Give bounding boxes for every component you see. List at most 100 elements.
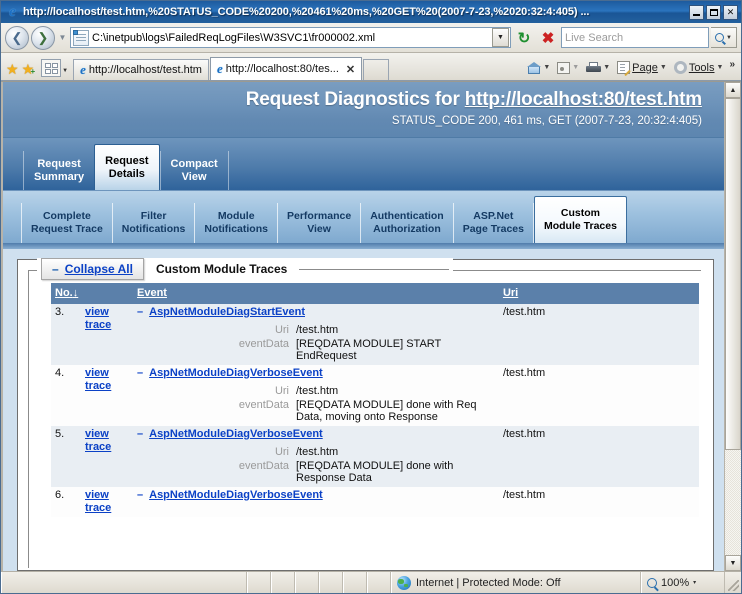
scroll-down-button[interactable]: ▼: [724, 555, 741, 571]
page-vertical-scrollbar[interactable]: ▲ ▼: [723, 82, 741, 571]
tools-menu-button[interactable]: Tools ▼: [671, 61, 727, 74]
table-row[interactable]: 4. view trace – AspNetModuleDiagVerboseEv…: [51, 365, 699, 426]
table-row[interactable]: 6. view trace – AspNetModuleDiagVerboseEv…: [51, 487, 699, 517]
page-menu-button[interactable]: Page ▼: [614, 61, 670, 74]
view-trace-link[interactable]: view: [85, 489, 129, 502]
close-tab-icon[interactable]: ✕: [346, 63, 355, 76]
search-input[interactable]: Live Search: [561, 27, 709, 48]
search-options-chevron-down-icon[interactable]: ▼: [726, 35, 732, 41]
close-button[interactable]: ✕: [723, 4, 738, 20]
home-button[interactable]: ▼: [524, 61, 553, 74]
chevron-down-icon[interactable]: ▼: [572, 64, 579, 71]
event-name-link[interactable]: AspNetModuleDiagVerboseEvent: [149, 489, 323, 501]
tab-complete-request-trace[interactable]: Complete Request Trace: [21, 203, 112, 243]
feeds-button[interactable]: ▼: [554, 61, 582, 74]
zoom-chevron-down-icon[interactable]: ▾: [693, 579, 696, 586]
row-number: 5.: [51, 426, 81, 487]
chevron-down-icon[interactable]: ▼: [717, 64, 724, 71]
security-zone-panel[interactable]: Internet | Protected Mode: Off: [391, 572, 641, 593]
view-trace-link-2[interactable]: trace: [85, 380, 129, 393]
view-trace-link-2[interactable]: trace: [85, 319, 129, 332]
security-zone-label: Internet | Protected Mode: Off: [416, 576, 561, 589]
row-number: 4.: [51, 365, 81, 426]
view-trace-cell[interactable]: view trace: [81, 487, 133, 517]
forward-button[interactable]: ❯: [31, 25, 55, 50]
print-button[interactable]: ▼: [583, 61, 613, 74]
browser-tab-0[interactable]: e http://localhost/test.htm: [73, 59, 209, 80]
new-tab-button[interactable]: [363, 59, 390, 80]
browser-tab-1[interactable]: e http://localhost:80/tes... ✕: [209, 57, 363, 80]
view-trace-link[interactable]: view: [85, 428, 129, 441]
tab-compact-view[interactable]: Compact View: [159, 151, 229, 190]
column-header-event[interactable]: Event: [133, 283, 499, 304]
detail-row: eventData [REQDATA MODULE] done with Res…: [139, 459, 495, 485]
refresh-icon[interactable]: ↻: [513, 27, 535, 49]
tab-label-line2: Module Traces: [543, 220, 617, 232]
column-header-no[interactable]: No.↓: [51, 283, 81, 304]
tab-request-summary[interactable]: Request Summary: [23, 151, 94, 190]
tab-module-notifications[interactable]: Module Notifications: [194, 203, 277, 243]
expand-toggle-icon[interactable]: –: [137, 428, 143, 440]
tab-authentication-authorization[interactable]: Authentication Authorization: [360, 203, 453, 243]
view-trace-cell[interactable]: view trace: [81, 304, 133, 365]
tab-performance-view[interactable]: Performance View: [276, 203, 360, 243]
view-trace-cell[interactable]: view trace: [81, 365, 133, 426]
back-button[interactable]: ❮: [5, 25, 29, 50]
scrollbar-thumb[interactable]: [724, 98, 741, 450]
event-name-link[interactable]: AspNetModuleDiagVerboseEvent: [149, 428, 323, 440]
search-button[interactable]: ▼: [711, 27, 737, 48]
page-content: Request Diagnostics for http://localhost…: [1, 82, 724, 571]
maximize-button[interactable]: [706, 4, 721, 20]
page-title-url-link[interactable]: http://localhost:80/test.htm: [465, 89, 702, 110]
table-row[interactable]: 3. view trace – AspNetModuleDiagStartEven…: [51, 304, 699, 365]
window-controls: ✕: [689, 4, 739, 20]
chevron-down-icon[interactable]: ▼: [660, 64, 667, 71]
recent-pages-chevron-down-icon[interactable]: ▼: [57, 33, 68, 42]
view-trace-link-2[interactable]: trace: [85, 502, 129, 515]
collapse-minus-icon: –: [52, 262, 59, 276]
tab-label-line2: Notifications: [121, 223, 186, 235]
ie-page-icon: e: [80, 62, 86, 77]
event-cell: – AspNetModuleDiagVerboseEvent: [133, 487, 499, 517]
expand-toggle-icon[interactable]: –: [137, 489, 143, 501]
scroll-up-button[interactable]: ▲: [724, 82, 741, 98]
view-trace-link-2[interactable]: trace: [85, 441, 129, 454]
scrollbar-track[interactable]: [724, 98, 741, 555]
expand-toggle-icon[interactable]: –: [137, 306, 143, 318]
favorites-star-icon[interactable]: ★: [6, 62, 19, 76]
detail-value: /test.htm: [296, 445, 495, 459]
tab-list-chevron-down-icon[interactable]: ▼: [62, 68, 68, 74]
expand-toggle-icon[interactable]: –: [137, 367, 143, 379]
view-trace-link[interactable]: view: [85, 306, 129, 319]
event-name-link[interactable]: AspNetModuleDiagStartEvent: [149, 306, 305, 318]
event-detail-table: Uri /test.htm eventData [REQDATA MODULE]…: [139, 323, 495, 363]
collapse-all-link[interactable]: Collapse All: [65, 262, 133, 276]
resize-grip-icon[interactable]: [725, 572, 741, 593]
tab-custom-module-traces[interactable]: Custom Module Traces: [533, 196, 627, 243]
address-history-chevron-down-icon[interactable]: ▼: [492, 28, 509, 47]
minimize-button[interactable]: [689, 4, 704, 20]
tab-filter-notifications[interactable]: Filter Notifications: [111, 203, 195, 243]
address-input[interactable]: C:\inetpub\logs\FailedReqLogFiles\W3SVC1…: [70, 27, 511, 48]
tab-label-line1: Request: [37, 158, 81, 170]
table-row[interactable]: 5. view trace – AspNetModuleDiagVerboseEv…: [51, 426, 699, 487]
quick-tabs-icon[interactable]: [41, 59, 62, 77]
event-name-link[interactable]: AspNetModuleDiagVerboseEvent: [149, 367, 323, 379]
detail-key: eventData: [139, 459, 296, 485]
uri-cell: /test.htm: [498, 426, 699, 487]
chevron-down-icon[interactable]: ▼: [603, 64, 610, 71]
tools-gear-icon: [673, 61, 687, 74]
view-trace-cell[interactable]: view trace: [81, 426, 133, 487]
tab-label-line2: Notifications: [204, 223, 268, 235]
view-trace-link[interactable]: view: [85, 367, 129, 380]
column-header-uri[interactable]: Uri: [498, 283, 699, 304]
collapse-all-button[interactable]: – Collapse All: [41, 258, 144, 280]
chevron-down-icon[interactable]: ▼: [543, 64, 550, 71]
stop-icon[interactable]: ✖: [537, 27, 559, 49]
overflow-chevrons-icon[interactable]: »: [729, 59, 735, 70]
add-favorite-star-icon[interactable]: ★: [22, 62, 35, 76]
detail-row: Uri /test.htm: [139, 384, 495, 398]
zoom-panel[interactable]: 100% ▾: [641, 572, 725, 593]
tab-aspnet-page-traces[interactable]: ASP.Net Page Traces: [452, 203, 534, 243]
tab-request-details[interactable]: Request Details: [94, 144, 160, 190]
